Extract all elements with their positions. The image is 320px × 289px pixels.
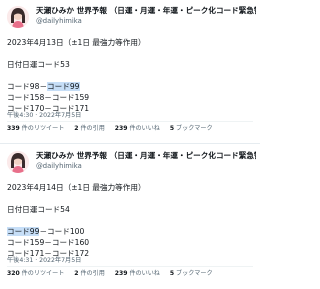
text-line: コード158－コード159 bbox=[7, 93, 90, 102]
avatar-image-icon bbox=[7, 6, 29, 28]
highlighted-text: コード99 bbox=[7, 227, 40, 236]
avatar[interactable] bbox=[7, 6, 29, 28]
timestamp[interactable]: 午後4:31 · 2022年7月5日 bbox=[7, 257, 81, 265]
text-line: 2023年4月14日（±1日 最強力等作用） bbox=[7, 183, 146, 192]
display-name[interactable]: 天瀬ひみか 世界予報 （日運・月運・年運・ピーク化コード緊急警... bbox=[36, 6, 256, 16]
highlighted-text: コード99 bbox=[47, 82, 80, 91]
bookmarks-stat[interactable]: 5 ブックマーク bbox=[170, 270, 213, 277]
likes-stat[interactable]: 239 件のいいね bbox=[115, 270, 160, 277]
handle[interactable]: @dailyhimika bbox=[36, 162, 82, 171]
tweet-stats: 339 件のリツイート 2 件の引用 239 件のいいね 5 ブックマーク bbox=[7, 124, 257, 134]
text-line: 2023年4月13日（±1日 最強力等作用） bbox=[7, 38, 146, 47]
tweet-stats: 320 件のリツイート 2 件の引用 239 件のいいね 5 ブックマーク bbox=[7, 269, 257, 279]
bookmarks-stat[interactable]: 5 ブックマーク bbox=[170, 125, 213, 132]
text-line: コード159－コード160 bbox=[7, 238, 90, 247]
quotes-stat[interactable]: 2 件の引用 bbox=[74, 270, 105, 277]
retweets-stat[interactable]: 339 件のリツイート bbox=[7, 125, 64, 132]
tweet-text: 2023年4月13日（±1日 最強力等作用） 日付日運コード53 コード98－コ… bbox=[7, 37, 255, 114]
likes-stat[interactable]: 239 件のいいね bbox=[115, 125, 160, 132]
avatar[interactable] bbox=[7, 151, 29, 173]
display-name[interactable]: 天瀬ひみか 世界予報 （日運・月運・年運・ピーク化コード緊急警... bbox=[36, 151, 256, 161]
tweet-text: 2023年4月14日（±1日 最強力等作用） 日付日運コード54 コード99－コ… bbox=[7, 182, 255, 259]
tweet-separator bbox=[0, 143, 260, 144]
handle[interactable]: @dailyhimika bbox=[36, 17, 82, 26]
divider bbox=[7, 121, 253, 122]
retweets-stat[interactable]: 320 件のリツイート bbox=[7, 270, 64, 277]
avatar-image-icon bbox=[7, 151, 29, 173]
text-line: コード98－コード99 bbox=[7, 82, 80, 91]
timestamp[interactable]: 午後4:30 · 2022年7月5日 bbox=[7, 112, 81, 120]
text-line: 日付日運コード53 bbox=[7, 60, 70, 69]
tweet-1[interactable]: 天瀬ひみか 世界予報 （日運・月運・年運・ピーク化コード緊急警... @dail… bbox=[0, 0, 260, 144]
tweet-2[interactable]: 天瀬ひみか 世界予報 （日運・月運・年運・ピーク化コード緊急警... @dail… bbox=[0, 145, 260, 289]
quotes-stat[interactable]: 2 件の引用 bbox=[74, 125, 105, 132]
text-line: 日付日運コード54 bbox=[7, 205, 70, 214]
text-line: コード99－コード100 bbox=[7, 227, 85, 236]
divider bbox=[7, 266, 253, 267]
